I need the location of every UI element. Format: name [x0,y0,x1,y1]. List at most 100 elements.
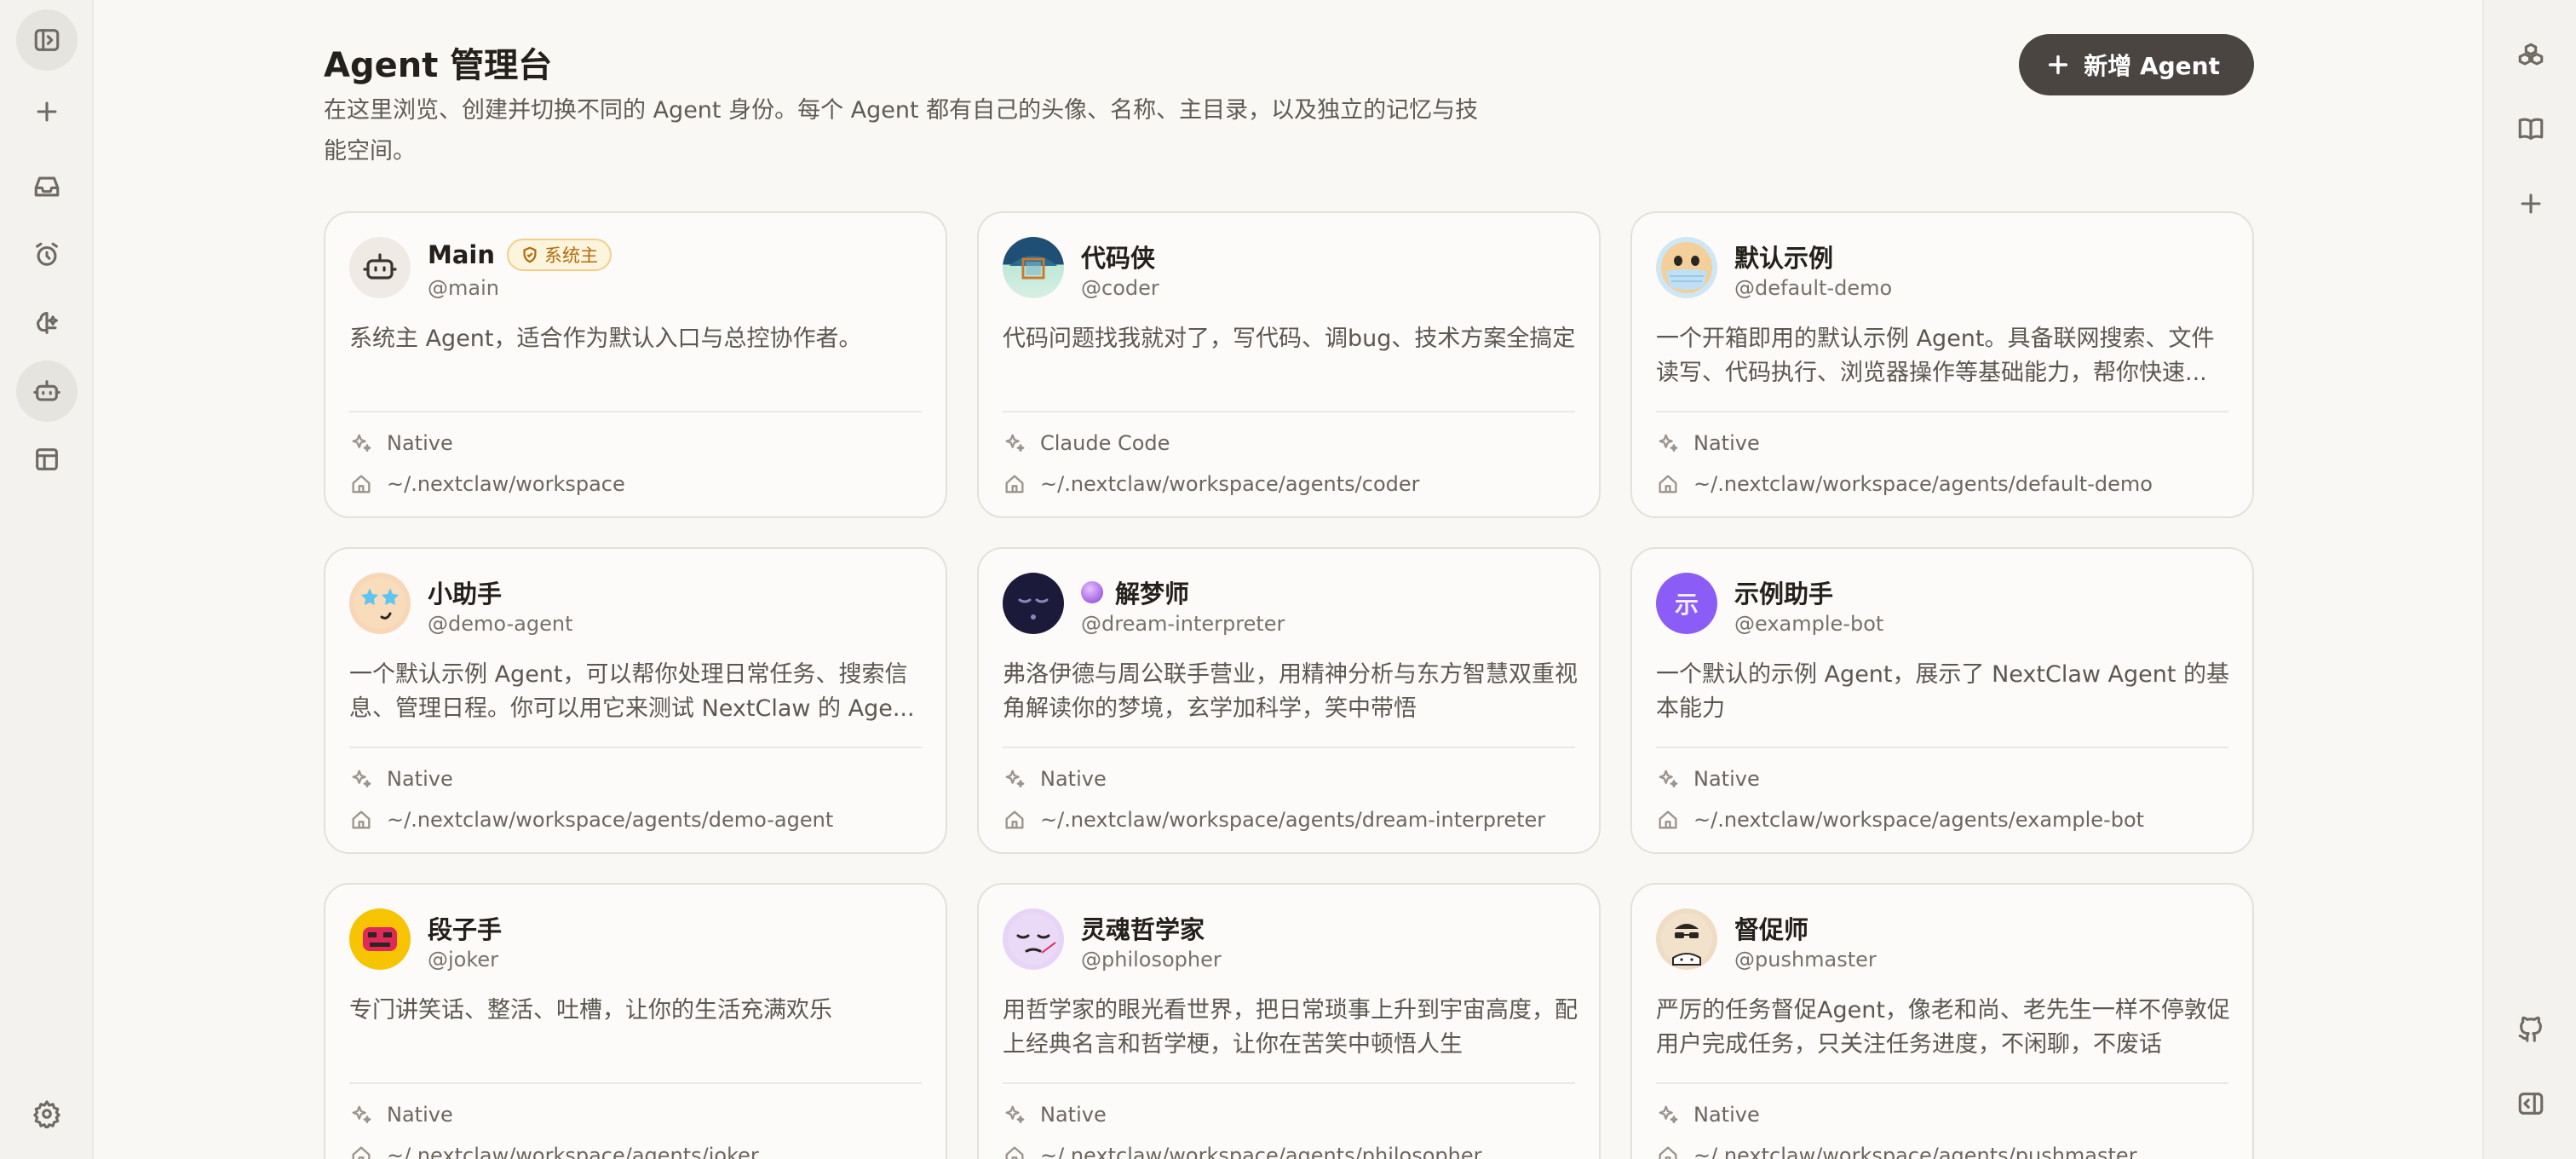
home-path: ~/.nextclaw/workspace/agents/pushmaster [1693,1144,2137,1159]
home-path: ~/.nextclaw/workspace/agents/example-bot [1693,808,2145,832]
home-icon [1659,475,1677,493]
agent-handle: @joker [428,948,499,972]
bot-icon [33,380,60,401]
avatar [1656,237,1717,298]
inbox-button[interactable] [16,156,78,217]
avatar [349,908,411,970]
pushmaster-avatar-icon [1661,914,1712,966]
agent-card[interactable]: 小助手 @demo-agent 一个默认示例 Agent，可以帮你处理日常任务、… [324,547,947,854]
divider [1656,411,2228,412]
agent-grid: Main 系统主 @main 系统主 Agent，适合作为默认入口与总控协作者。… [324,211,2254,1159]
runtime-label: Native [1693,767,1760,791]
agent-card[interactable]: 段子手 @joker 专门讲笑话、整活、吐槽，让你的生活充满欢乐 Native … [324,883,947,1159]
new-chat-button[interactable] [16,81,78,142]
avatar [349,573,411,634]
agent-name: 灵魂哲学家 [1081,915,1205,944]
agent-home: ~/.nextclaw/workspace/agents/philosopher [1003,1144,1482,1159]
agent-home: ~/.nextclaw/workspace [349,472,625,496]
agent-card[interactable]: Main 系统主 @main 系统主 Agent，适合作为默认入口与总控协作者。… [324,211,947,518]
divider [1003,747,1575,748]
runtime-label: Native [1040,767,1107,791]
agent-card[interactable]: 代码侠 @coder 代码问题找我就对了，写代码、调bug、技术方案全搞定 Cl… [977,211,1601,518]
agent-card[interactable]: 默认示例 @default-demo 一个开箱即用的默认示例 Agent。具备联… [1630,211,2254,518]
shield-check-icon [523,246,537,263]
agent-home: ~/.nextclaw/workspace/agents/pushmaster [1656,1144,2137,1159]
home-path: ~/.nextclaw/workspace/agents/coder [1040,472,1420,496]
agent-runtime: Native [1003,1103,1107,1127]
alarm-button[interactable] [16,224,78,285]
layout-icon [36,448,58,470]
divider [1656,747,2228,748]
joker-avatar-icon [354,914,405,965]
book-icon [2518,118,2544,140]
plus-icon [37,101,57,122]
agent-home: ~/.nextclaw/workspace/agents/coder [1003,472,1420,496]
avatar [1656,908,1717,970]
agent-home: ~/.nextclaw/workspace/agents/joker [349,1144,759,1159]
agent-card[interactable]: 示 示例助手 @example-bot 一个默认的示例 Agent，展示了 Ne… [1630,547,2254,854]
home-icon [352,1146,371,1159]
home-path: ~/.nextclaw/workspace/agents/dream-inter… [1040,808,1546,832]
home-path: ~/.nextclaw/workspace/agents/joker [387,1144,759,1159]
divider [349,1082,922,1084]
sparkles-icon [1659,770,1678,788]
add-panel-button[interactable] [2500,173,2562,234]
agents-button[interactable] [16,360,78,422]
sparkles-icon [352,1105,371,1124]
plus-icon [2049,55,2068,75]
settings-icon [33,1100,60,1128]
alarm-clock-icon [36,242,58,266]
home-path: ~/.nextclaw/workspace/agents/default-dem… [1693,472,2153,496]
agent-home: ~/.nextclaw/workspace/agents/default-dem… [1656,472,2153,496]
sidebar-toggle-button[interactable] [16,9,78,71]
agent-card[interactable]: 督促师 @pushmaster 严厉的任务督促Agent，像老和尚、老先生一样不… [1630,883,2254,1159]
home-path: ~/.nextclaw/workspace/agents/philosopher [1040,1144,1482,1159]
brain-sparkle-icon [36,312,58,334]
agent-description: 一个开箱即用的默认示例 Agent。具备联网搜索、文件读写、代码执行、浏览器操作… [1656,326,2215,386]
agent-runtime: Claude Code [1003,431,1170,455]
avatar-letter: 示 [1674,591,1699,619]
sparkles-icon [1005,770,1025,788]
divider [1656,1082,2228,1084]
agent-description: 专门讲笑话、整活、吐槽，让你的生活充满欢乐 [349,997,832,1023]
home-icon [1005,1146,1024,1159]
agent-description: 严厉的任务督促Agent，像老和尚、老先生一样不停敦促用户完成任务，只关注任务进… [1656,997,2230,1058]
runtime-label: Native [387,431,453,455]
agent-name: 解梦师 [1115,580,1190,608]
add-agent-label: 新增 Agent [2084,52,2220,80]
runtime-label: Native [1040,1103,1107,1127]
runtime-label: Native [1693,431,1760,455]
sparkles-icon [352,434,371,453]
divider [349,747,922,748]
dream-face-avatar-icon [1008,578,1059,629]
agent-name: 段子手 [428,915,503,944]
home-icon [1659,1146,1677,1159]
agent-name: 默认示例 [1734,244,1834,273]
docs-button[interactable] [2500,98,2562,159]
add-agent-button[interactable]: 新增 Agent [2019,34,2254,95]
collapse-right-button[interactable] [2500,1073,2562,1134]
bot-avatar-icon [363,253,397,280]
settings-button[interactable] [16,1083,78,1145]
github-button[interactable] [2500,998,2562,1059]
plus-icon [2521,193,2541,214]
skills-button[interactable] [16,292,78,354]
agent-name: 示例助手 [1734,580,1834,608]
right-sidebar [2482,0,2576,1159]
marketplace-button[interactable] [2500,25,2562,86]
home-icon [1659,810,1677,829]
avatar [1003,908,1064,970]
agent-description: 一个默认的示例 Agent，展示了 NextClaw Agent 的基本能力 [1656,661,2230,722]
agent-handle: @main [428,276,499,300]
sidebar-toggle-icon [34,29,60,51]
agent-handle: @demo-agent [428,612,573,636]
agent-runtime: Native [1656,431,1760,455]
divider [1003,411,1575,412]
agent-card[interactable]: 解梦师 @dream-interpreter 弗洛伊德与周公联手营业，用精神分析… [977,547,1601,854]
agent-name: 督促师 [1734,915,1809,944]
agent-handle: @default-demo [1734,276,1893,300]
agent-runtime: Native [349,1103,453,1127]
runtime-label: Native [1693,1103,1760,1127]
agent-card[interactable]: 灵魂哲学家 @philosopher 用哲学家的眼光看世界，把日常琐事上升到宇宙… [977,883,1601,1159]
layout-button[interactable] [16,429,78,490]
